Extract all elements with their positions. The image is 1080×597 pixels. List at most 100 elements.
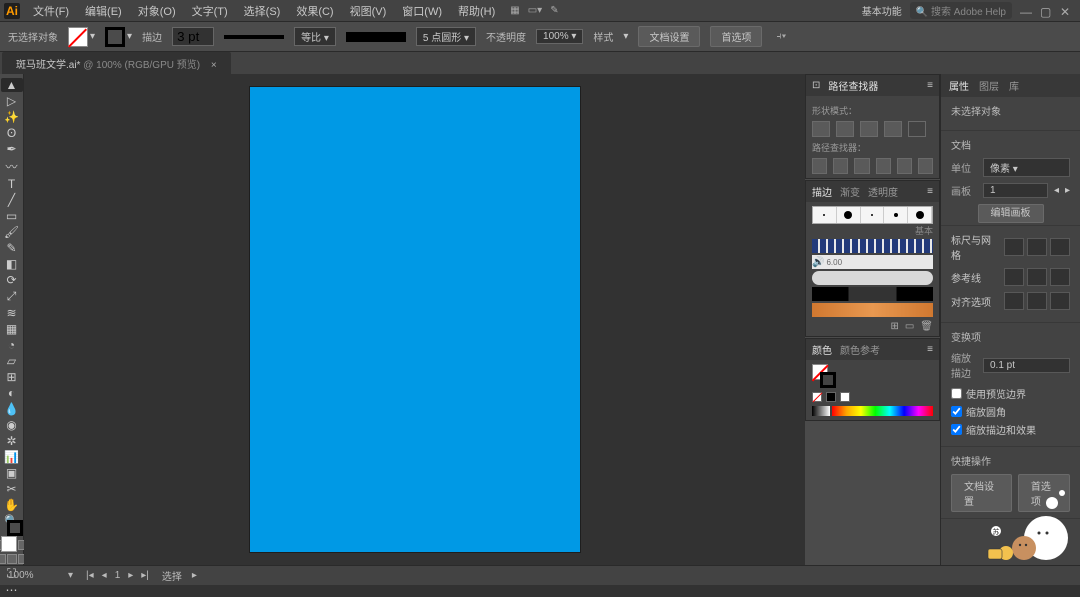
expand-button[interactable] <box>908 121 926 137</box>
fill-stroke-mini[interactable] <box>812 364 836 388</box>
perspective-tool[interactable]: ▱ <box>1 354 23 368</box>
last-artboard-icon[interactable]: ▸| <box>138 570 152 581</box>
brush-sample-4[interactable] <box>812 287 933 301</box>
window-close-icon[interactable]: ✕ <box>1060 5 1072 17</box>
gradient-tool[interactable]: ◐ <box>1 386 23 400</box>
fill-indicator[interactable] <box>1 536 17 552</box>
menu-help[interactable]: 帮助(H) <box>451 3 502 19</box>
brush-tool[interactable]: 🖌 <box>1 225 23 239</box>
arrange-icon[interactable]: ▭▾ <box>528 5 542 16</box>
color-spectrum[interactable] <box>832 406 933 416</box>
prev-artboard-icon[interactable]: ◂ <box>99 570 110 581</box>
zoom-dropdown-icon[interactable]: ▾ <box>68 570 73 581</box>
selection-tool[interactable]: ▲ <box>1 78 23 92</box>
brush-lib-icon[interactable]: ⊞ <box>890 321 898 332</box>
stroke-weight-input[interactable] <box>172 27 214 46</box>
panel-menu-icon[interactable]: ≡ <box>927 80 933 91</box>
curvature-tool[interactable]: 〰 <box>1 158 23 175</box>
swatch-black[interactable] <box>826 392 836 402</box>
brush-preview[interactable] <box>346 32 406 42</box>
properties-tab[interactable]: 属性 <box>949 78 969 93</box>
menu-view[interactable]: 视图(V) <box>343 3 394 19</box>
unite-icon[interactable] <box>812 121 830 137</box>
minus-front-icon[interactable] <box>836 121 854 137</box>
canvas[interactable] <box>24 74 805 565</box>
menu-edit[interactable]: 编辑(E) <box>78 3 129 19</box>
swatch-white[interactable] <box>840 392 850 402</box>
minus-back-icon[interactable] <box>918 158 933 174</box>
brush-sample-3[interactable] <box>812 271 933 285</box>
eraser-tool[interactable]: ◧ <box>1 257 23 271</box>
first-artboard-icon[interactable]: |◂ <box>83 570 97 581</box>
menu-window[interactable]: 窗口(W) <box>395 3 449 19</box>
magic-wand-tool[interactable]: ✨ <box>1 110 23 124</box>
units-dropdown[interactable]: 像素 ▾ <box>983 158 1070 177</box>
guides-show-icon[interactable] <box>1004 268 1024 286</box>
snap-toggle-icon[interactable] <box>1050 238 1070 256</box>
preview-bounds-checkbox[interactable] <box>951 388 962 399</box>
guides-lock-icon[interactable] <box>1027 268 1047 286</box>
snap-grid-icon[interactable] <box>1027 292 1047 310</box>
trash-icon[interactable]: 🗑 <box>920 321 933 332</box>
window-min-icon[interactable]: — <box>1020 5 1032 17</box>
opacity-dropdown[interactable]: 100% <box>536 29 583 44</box>
crop-icon[interactable] <box>876 158 891 174</box>
next-artboard-icon[interactable]: ▸ <box>125 570 136 581</box>
brush-sample-1[interactable] <box>812 239 933 253</box>
rotate-tool[interactable]: ⟳ <box>1 273 23 287</box>
brush-def-dropdown[interactable]: 5 点圆形 <box>416 27 476 46</box>
grid-toggle-icon[interactable] <box>1027 238 1047 256</box>
artboard-prev-icon[interactable]: ◂ <box>1054 185 1059 196</box>
edit-artboards-button[interactable]: 编辑画板 <box>978 204 1044 223</box>
smart-guides-icon[interactable] <box>1050 268 1070 286</box>
swatch-none-icon[interactable] <box>812 392 822 402</box>
scale-tool[interactable]: ⤢ <box>1 289 23 304</box>
shape-builder-tool[interactable]: ◔ <box>1 338 23 352</box>
stroke-indicator[interactable] <box>7 520 23 536</box>
artboard[interactable] <box>250 87 580 552</box>
pen-tool[interactable]: ✒ <box>1 142 23 156</box>
fill-dropdown-icon[interactable]: ▾ <box>90 31 95 42</box>
pathfinder-tab[interactable]: 路径查找器 <box>828 78 878 93</box>
hand-tool[interactable]: ✋ <box>1 498 23 512</box>
help-search[interactable]: 🔍 搜索 Adobe Help <box>910 2 1012 19</box>
menu-select[interactable]: 选择(S) <box>237 3 288 19</box>
preferences-button[interactable]: 首选项 <box>710 26 762 47</box>
style-dropdown-icon[interactable]: ▾ <box>623 31 628 42</box>
brush-strip[interactable] <box>812 206 933 224</box>
layers-tab[interactable]: 图层 <box>979 78 999 93</box>
artboard-number[interactable]: 1 <box>983 183 1048 198</box>
intersect-icon[interactable] <box>860 121 878 137</box>
stroke-profile-dropdown[interactable]: 等比 <box>294 27 336 46</box>
doc-setup-button[interactable]: 文档设置 <box>638 26 700 47</box>
scale-strokes-checkbox[interactable] <box>951 424 962 435</box>
menu-object[interactable]: 对象(O) <box>131 3 183 19</box>
stroke-tab[interactable]: 描边 <box>812 184 832 199</box>
qa-prefs-button[interactable]: 首选项 <box>1018 474 1070 512</box>
artboard-tool[interactable]: ▣ <box>1 466 23 480</box>
mesh-tool[interactable]: ⊞ <box>1 370 23 384</box>
color-tab[interactable]: 颜色 <box>812 342 832 357</box>
gradient-tab[interactable]: 渐变 <box>840 184 860 199</box>
stroke-swatch[interactable] <box>105 27 125 47</box>
menu-effect[interactable]: 效果(C) <box>289 3 340 19</box>
panel-menu-icon[interactable]: ≡ <box>927 344 933 355</box>
qa-doc-setup-button[interactable]: 文档设置 <box>951 474 1012 512</box>
shaper-tool[interactable]: ✎ <box>1 241 23 255</box>
graph-tool[interactable]: 📊 <box>1 450 23 464</box>
menu-type[interactable]: 文字(T) <box>185 3 235 19</box>
width-tool[interactable]: ≋ <box>1 306 23 320</box>
artboard-next-icon[interactable]: ▸ <box>1065 185 1070 196</box>
window-max-icon[interactable]: ▢ <box>1040 5 1052 17</box>
merge-icon[interactable] <box>854 158 869 174</box>
snap-pixel-icon[interactable] <box>1050 292 1070 310</box>
menu-file[interactable]: 文件(F) <box>26 3 76 19</box>
snap-point-icon[interactable] <box>1004 292 1024 310</box>
status-dropdown-icon[interactable]: ▸ <box>192 570 197 581</box>
draw-normal-icon[interactable] <box>0 554 6 564</box>
brush-sample-2[interactable]: 🔊6.00 <box>812 255 933 269</box>
doc-tab-close-icon[interactable]: × <box>211 60 217 71</box>
symbol-sprayer-tool[interactable]: ✲ <box>1 434 23 448</box>
libraries-tab[interactable]: 库 <box>1009 78 1019 93</box>
eyedropper-tool[interactable]: 💧 <box>1 402 23 416</box>
